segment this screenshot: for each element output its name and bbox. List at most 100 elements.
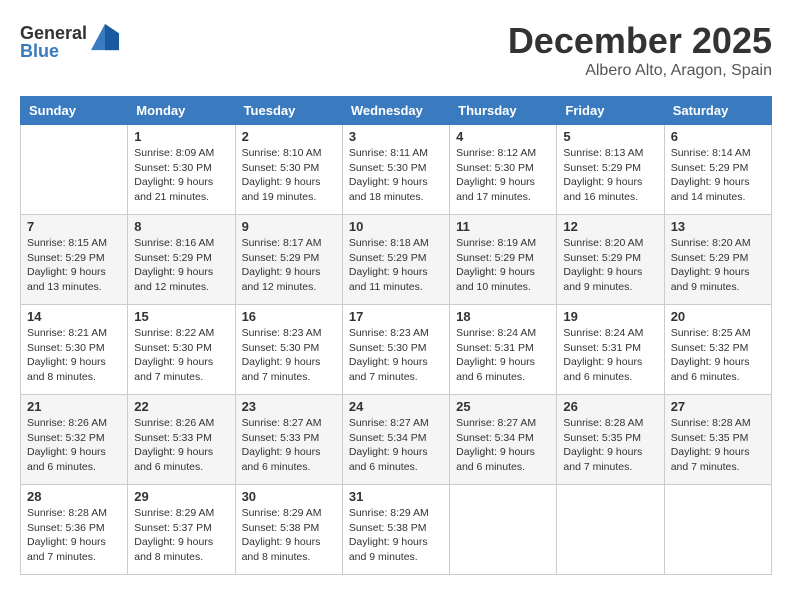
calendar-cell: 19 Sunrise: 8:24 AMSunset: 5:31 PMDayligh… [557,305,664,395]
weekday-header-cell: Wednesday [342,97,449,125]
day-number: 31 [349,489,443,504]
day-number: 12 [563,219,657,234]
calendar-cell: 30 Sunrise: 8:29 AMSunset: 5:38 PMDayligh… [235,485,342,575]
day-info: Sunrise: 8:11 AMSunset: 5:30 PMDaylight:… [349,146,443,205]
logo-icon [91,24,119,52]
day-number: 29 [134,489,228,504]
calendar-week-row: 28 Sunrise: 8:28 AMSunset: 5:36 PMDayligh… [21,485,772,575]
calendar-cell: 11 Sunrise: 8:19 AMSunset: 5:29 PMDayligh… [450,215,557,305]
day-number: 1 [134,129,228,144]
calendar-cell: 13 Sunrise: 8:20 AMSunset: 5:29 PMDayligh… [664,215,771,305]
day-number: 9 [242,219,336,234]
weekday-header-cell: Monday [128,97,235,125]
calendar-cell: 28 Sunrise: 8:28 AMSunset: 5:36 PMDayligh… [21,485,128,575]
logo-blue: Blue [20,42,87,60]
calendar-cell [664,485,771,575]
day-info: Sunrise: 8:27 AMSunset: 5:33 PMDaylight:… [242,416,336,475]
day-info: Sunrise: 8:28 AMSunset: 5:36 PMDaylight:… [27,506,121,565]
day-number: 8 [134,219,228,234]
day-info: Sunrise: 8:23 AMSunset: 5:30 PMDaylight:… [242,326,336,385]
calendar-cell: 18 Sunrise: 8:24 AMSunset: 5:31 PMDayligh… [450,305,557,395]
calendar-body: 1 Sunrise: 8:09 AMSunset: 5:30 PMDaylight… [21,125,772,575]
day-info: Sunrise: 8:09 AMSunset: 5:30 PMDaylight:… [134,146,228,205]
day-number: 22 [134,399,228,414]
day-number: 11 [456,219,550,234]
day-info: Sunrise: 8:17 AMSunset: 5:29 PMDaylight:… [242,236,336,295]
logo-general: General [20,24,87,42]
day-number: 6 [671,129,765,144]
day-number: 26 [563,399,657,414]
day-info: Sunrise: 8:15 AMSunset: 5:29 PMDaylight:… [27,236,121,295]
calendar-cell: 20 Sunrise: 8:25 AMSunset: 5:32 PMDayligh… [664,305,771,395]
weekday-header-cell: Friday [557,97,664,125]
calendar-cell [21,125,128,215]
title-section: December 2025 Albero Alto, Aragon, Spain [508,20,772,80]
calendar-cell: 6Sunrise: 8:14 AMSunset: 5:29 PMDaylight… [664,125,771,215]
day-info: Sunrise: 8:26 AMSunset: 5:33 PMDaylight:… [134,416,228,475]
day-number: 25 [456,399,550,414]
day-number: 28 [27,489,121,504]
day-number: 27 [671,399,765,414]
calendar-cell: 1 Sunrise: 8:09 AMSunset: 5:30 PMDaylight… [128,125,235,215]
day-info: Sunrise: 8:24 AMSunset: 5:31 PMDaylight:… [563,326,657,385]
location-title: Albero Alto, Aragon, Spain [508,62,772,80]
day-number: 13 [671,219,765,234]
day-info: Sunrise: 8:26 AMSunset: 5:32 PMDaylight:… [27,416,121,475]
day-number: 23 [242,399,336,414]
calendar-cell: 4 Sunrise: 8:12 AMSunset: 5:30 PMDaylight… [450,125,557,215]
day-number: 4 [456,129,550,144]
day-info: Sunrise: 8:29 AMSunset: 5:38 PMDaylight:… [349,506,443,565]
calendar-cell: 7 Sunrise: 8:15 AMSunset: 5:29 PMDaylight… [21,215,128,305]
day-number: 20 [671,309,765,324]
month-title: December 2025 [508,20,772,62]
day-number: 30 [242,489,336,504]
weekday-header-row: SundayMondayTuesdayWednesdayThursdayFrid… [21,97,772,125]
logo-text: General Blue [20,24,87,60]
calendar-cell: 10Sunrise: 8:18 AMSunset: 5:29 PMDayligh… [342,215,449,305]
calendar-week-row: 1 Sunrise: 8:09 AMSunset: 5:30 PMDaylight… [21,125,772,215]
day-info: Sunrise: 8:24 AMSunset: 5:31 PMDaylight:… [456,326,550,385]
day-info: Sunrise: 8:13 AMSunset: 5:29 PMDaylight:… [563,146,657,205]
day-number: 7 [27,219,121,234]
day-info: Sunrise: 8:18 AMSunset: 5:29 PMDaylight:… [349,236,443,295]
day-number: 14 [27,309,121,324]
calendar-cell: 22 Sunrise: 8:26 AMSunset: 5:33 PMDayligh… [128,395,235,485]
weekday-header-cell: Tuesday [235,97,342,125]
day-info: Sunrise: 8:12 AMSunset: 5:30 PMDaylight:… [456,146,550,205]
calendar-cell: 26 Sunrise: 8:28 AMSunset: 5:35 PMDayligh… [557,395,664,485]
day-info: Sunrise: 8:28 AMSunset: 5:35 PMDaylight:… [563,416,657,475]
day-info: Sunrise: 8:20 AMSunset: 5:29 PMDaylight:… [671,236,765,295]
calendar-cell: 29 Sunrise: 8:29 AMSunset: 5:37 PMDayligh… [128,485,235,575]
calendar-cell [450,485,557,575]
day-info: Sunrise: 8:10 AMSunset: 5:30 PMDaylight:… [242,146,336,205]
day-info: Sunrise: 8:28 AMSunset: 5:35 PMDaylight:… [671,416,765,475]
weekday-header-cell: Sunday [21,97,128,125]
calendar-cell: 12 Sunrise: 8:20 AMSunset: 5:29 PMDayligh… [557,215,664,305]
day-info: Sunrise: 8:21 AMSunset: 5:30 PMDaylight:… [27,326,121,385]
calendar-cell: 27 Sunrise: 8:28 AMSunset: 5:35 PMDayligh… [664,395,771,485]
day-info: Sunrise: 8:23 AMSunset: 5:30 PMDaylight:… [349,326,443,385]
calendar-week-row: 7 Sunrise: 8:15 AMSunset: 5:29 PMDaylight… [21,215,772,305]
day-number: 21 [27,399,121,414]
day-info: Sunrise: 8:19 AMSunset: 5:29 PMDaylight:… [456,236,550,295]
day-info: Sunrise: 8:27 AMSunset: 5:34 PMDaylight:… [456,416,550,475]
day-number: 19 [563,309,657,324]
calendar-cell: 2Sunrise: 8:10 AMSunset: 5:30 PMDaylight… [235,125,342,215]
calendar-cell: 23 Sunrise: 8:27 AMSunset: 5:33 PMDayligh… [235,395,342,485]
day-info: Sunrise: 8:29 AMSunset: 5:38 PMDaylight:… [242,506,336,565]
day-number: 3 [349,129,443,144]
calendar-cell: 9 Sunrise: 8:17 AMSunset: 5:29 PMDaylight… [235,215,342,305]
day-number: 15 [134,309,228,324]
day-info: Sunrise: 8:22 AMSunset: 5:30 PMDaylight:… [134,326,228,385]
day-number: 24 [349,399,443,414]
day-info: Sunrise: 8:29 AMSunset: 5:37 PMDaylight:… [134,506,228,565]
calendar-cell: 25 Sunrise: 8:27 AMSunset: 5:34 PMDayligh… [450,395,557,485]
calendar-cell: 15 Sunrise: 8:22 AMSunset: 5:30 PMDayligh… [128,305,235,395]
calendar-cell: 24Sunrise: 8:27 AMSunset: 5:34 PMDayligh… [342,395,449,485]
calendar-cell: 31 Sunrise: 8:29 AMSunset: 5:38 PMDayligh… [342,485,449,575]
day-info: Sunrise: 8:20 AMSunset: 5:29 PMDaylight:… [563,236,657,295]
day-info: Sunrise: 8:25 AMSunset: 5:32 PMDaylight:… [671,326,765,385]
calendar-cell: 14 Sunrise: 8:21 AMSunset: 5:30 PMDayligh… [21,305,128,395]
day-number: 18 [456,309,550,324]
day-info: Sunrise: 8:16 AMSunset: 5:29 PMDaylight:… [134,236,228,295]
